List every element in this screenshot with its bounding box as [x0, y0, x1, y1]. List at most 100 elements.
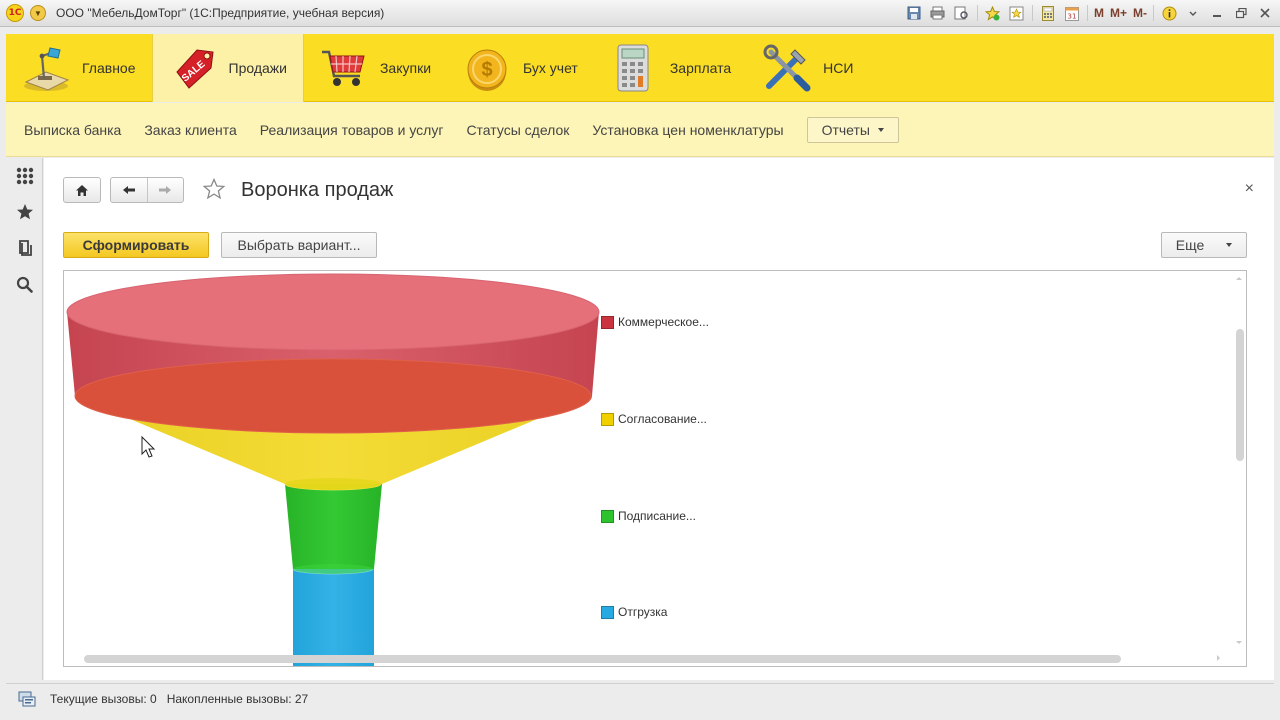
memory-plus-icon[interactable]: M+ — [1110, 4, 1127, 22]
funnel-stage-signing — [284, 477, 382, 574]
legend-swatch — [601, 315, 614, 329]
main-menu-button[interactable]: ▼ — [30, 5, 46, 21]
section-label: Закупки — [379, 60, 432, 76]
save-icon[interactable] — [905, 4, 923, 22]
link-deal-statuses[interactable]: Статусы сделок — [466, 122, 569, 138]
legend-swatch — [601, 605, 614, 619]
search-icon[interactable] — [6, 266, 43, 302]
apps-grid-icon[interactable] — [6, 158, 43, 194]
toolbar-separator — [1031, 5, 1033, 21]
scroll-up-arrow[interactable] — [1236, 277, 1242, 280]
home-button[interactable] — [63, 177, 101, 203]
legend-item-signing: Подписание... — [601, 509, 696, 523]
sale-tag-icon: SALE — [167, 42, 219, 94]
more-button[interactable]: Еще — [1161, 232, 1247, 258]
arrow-left-icon — [122, 186, 135, 194]
actions-panel: Выписка банка Заказ клиента Реализация т… — [6, 103, 1274, 157]
choose-variant-button[interactable]: Выбрать вариант... — [221, 232, 377, 258]
horizontal-scrollbar[interactable] — [84, 655, 1121, 663]
mouse-cursor-icon — [141, 435, 156, 458]
coin-icon: $ — [461, 42, 513, 94]
reports-dropdown-button[interactable]: Отчеты — [806, 116, 899, 143]
close-form-button[interactable]: × — [1245, 180, 1254, 198]
calculator-icon[interactable] — [1039, 4, 1057, 22]
sections-panel: Главное SALE Продажи Закупки $ Бух учет … — [6, 34, 1274, 102]
window-title: ООО "МебельДомТорг" (1С:Предприятие, уче… — [56, 6, 385, 20]
chevron-down-icon — [1226, 243, 1233, 247]
calendar-icon[interactable]: 31 — [1063, 4, 1081, 22]
memory-minus-icon[interactable]: M- — [1133, 4, 1147, 22]
server-calls-icon[interactable] — [16, 689, 38, 709]
toolbar-separator — [1153, 5, 1154, 21]
home-icon — [76, 184, 88, 196]
forward-button[interactable] — [148, 178, 184, 202]
restore-icon[interactable] — [1232, 4, 1250, 22]
shopping-cart-icon — [318, 42, 370, 94]
section-reference[interactable]: НСИ — [747, 34, 869, 102]
current-calls-text: Текущие вызовы: 0 — [50, 691, 157, 706]
status-bar: Текущие вызовы: 0 Накопленные вызовы: 27 — [6, 683, 1274, 713]
info-icon[interactable] — [1160, 4, 1178, 22]
preview-icon[interactable] — [953, 4, 971, 22]
funnel-chart — [66, 273, 600, 666]
toolbar-separator — [976, 5, 978, 21]
page-title: Воронка продаж — [241, 179, 394, 201]
link-customer-order[interactable]: Заказ клиента — [144, 122, 236, 138]
arrow-right-icon — [159, 186, 172, 194]
section-label: Продажи — [228, 60, 287, 76]
favorite-add-icon[interactable] — [984, 4, 1002, 22]
star-icon[interactable] — [6, 194, 43, 230]
section-main[interactable]: Главное — [6, 34, 152, 102]
section-purchases[interactable]: Закупки — [304, 34, 447, 102]
favorite-star-icon[interactable] — [201, 176, 227, 202]
section-label: Бух учет — [523, 60, 578, 76]
report-document[interactable]: Коммерческое... Согласование... Подписан… — [63, 270, 1247, 667]
legend-item-shipment: Отгрузка — [601, 605, 667, 619]
funnel-stage-commercial — [66, 273, 600, 434]
favorites-icon[interactable] — [1008, 4, 1026, 22]
history-icon[interactable] — [6, 230, 43, 266]
link-bank-statement[interactable]: Выписка банка — [24, 122, 121, 138]
desk-lamp-icon — [20, 42, 72, 94]
legend-label: Подписание... — [618, 509, 696, 523]
left-toolbar — [6, 158, 43, 680]
legend-item-commercial: Коммерческое... — [601, 315, 709, 329]
chevron-down-icon — [877, 127, 884, 132]
legend-label: Согласование... — [618, 412, 707, 426]
scroll-right-arrow[interactable] — [1217, 655, 1220, 661]
legend-label: Отгрузка — [618, 605, 668, 619]
close-icon[interactable] — [1256, 4, 1274, 22]
window-title-bar: 1С ▼ ООО "МебельДомТорг" (1С:Предприятие… — [0, 0, 1280, 27]
coin-symbol: $ — [481, 59, 492, 81]
generate-button[interactable]: Сформировать — [63, 232, 209, 258]
vertical-scrollbar[interactable] — [1236, 329, 1244, 461]
link-price-setting[interactable]: Установка цен номенклатуры — [592, 122, 783, 138]
section-label: Зарплата — [669, 60, 732, 76]
section-sales[interactable]: SALE Продажи — [151, 34, 304, 102]
svg-text:31: 31 — [1068, 12, 1077, 20]
legend-swatch — [601, 509, 614, 523]
minimize-icon[interactable] — [1208, 4, 1226, 22]
back-button[interactable] — [111, 178, 148, 202]
section-label: НСИ — [823, 60, 854, 76]
print-icon[interactable] — [929, 4, 947, 22]
navigation-buttons — [110, 177, 184, 203]
accumulated-calls-text: Накопленные вызовы: 27 — [166, 691, 309, 706]
legend-swatch — [601, 412, 614, 426]
window-tools: 31 M M+ M- — [905, 4, 1274, 22]
tools-icon — [761, 42, 813, 94]
app-logo-icon[interactable]: 1С — [6, 4, 24, 22]
more-label: Еще — [1175, 237, 1205, 253]
section-salary[interactable]: Зарплата — [594, 34, 747, 102]
scroll-down-arrow[interactable] — [1236, 641, 1242, 644]
reports-label: Отчеты — [821, 121, 870, 138]
section-accounting[interactable]: $ Бух учет — [447, 34, 594, 102]
legend-item-approval: Согласование... — [601, 412, 707, 426]
memory-m-icon[interactable]: M — [1094, 4, 1104, 22]
legend-label: Коммерческое... — [618, 315, 709, 329]
link-goods-sales[interactable]: Реализация товаров и услуг — [260, 122, 444, 138]
chevron-down-icon[interactable] — [1184, 4, 1202, 22]
calculator-icon — [608, 42, 660, 94]
funnel-stage-shipment — [292, 563, 374, 666]
report-form: Воронка продаж × Сформировать Выбрать ва… — [44, 158, 1274, 680]
